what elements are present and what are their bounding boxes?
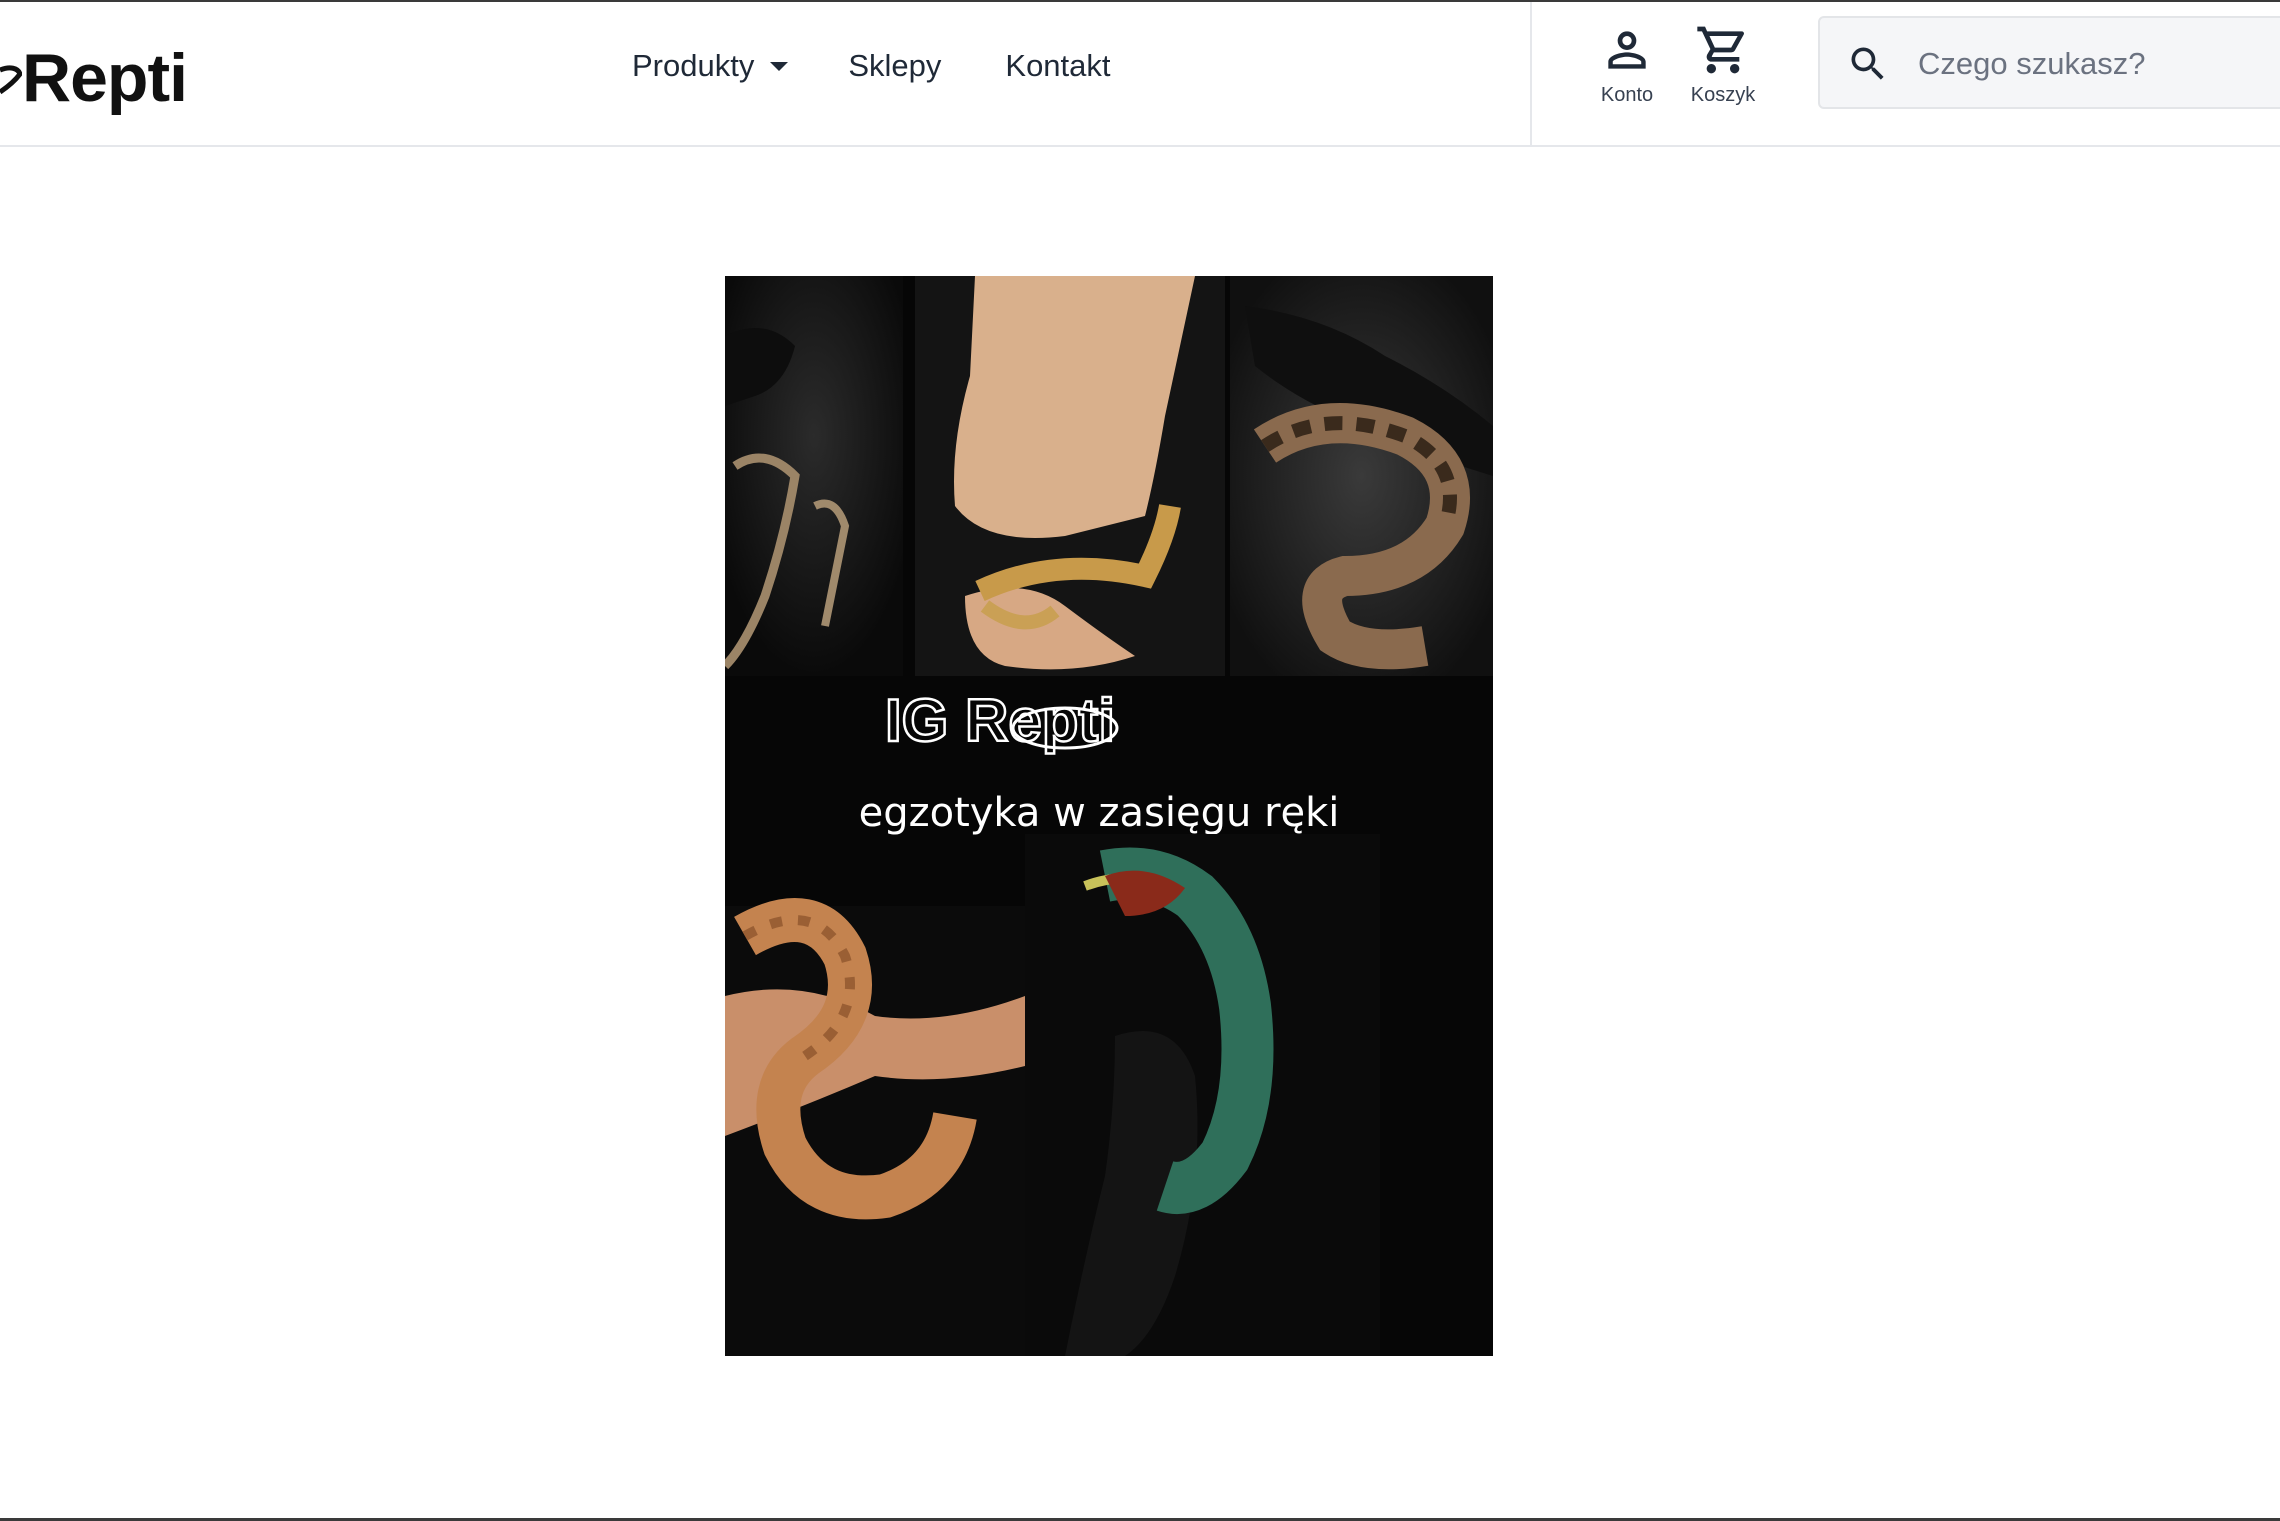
banner-collage: IG Repti egzotyka w zasięgu ręki <box>725 276 1493 1356</box>
site-logo[interactable]: Repti <box>0 38 188 118</box>
search-box <box>1818 16 2280 109</box>
photo-hognose-snake-in-hand <box>725 898 1025 1356</box>
hero-banner: IG Repti egzotyka w zasięgu ręki <box>725 276 1493 1356</box>
cart-icon <box>1697 26 1744 74</box>
nav-sklepy-label: Sklepy <box>848 48 942 83</box>
logo-mark-icon <box>0 65 22 95</box>
photo-ball-python-on-glove <box>1230 276 1493 676</box>
cart-button[interactable]: Koszyk <box>1678 22 1768 118</box>
nav-kontakt[interactable]: Kontakt <box>1005 40 1110 92</box>
account-button[interactable]: Konto <box>1582 22 1672 118</box>
header-divider <box>1530 2 1532 145</box>
search-icon[interactable] <box>1846 42 1890 86</box>
person-icon <box>1608 31 1646 69</box>
banner-logo: IG Repti <box>884 686 1119 755</box>
cart-label: Koszyk <box>1690 84 1756 106</box>
banner-tagline: egzotyka w zasięgu ręki <box>859 790 1340 836</box>
photo-geckos-on-glove <box>725 276 903 676</box>
caret-down-icon <box>770 61 789 71</box>
nav-kontakt-label: Kontakt <box>1005 48 1111 83</box>
search-input[interactable] <box>1916 36 2280 92</box>
account-label: Konto <box>1600 84 1654 106</box>
logo-text: Repti <box>22 40 188 116</box>
nav-produkty[interactable]: Produkty <box>632 40 789 92</box>
banner-logo-text: IG Repti <box>885 687 1115 754</box>
nav-produkty-label: Produkty <box>632 48 755 83</box>
photo-panther-chameleon-on-glove <box>1025 834 1380 1356</box>
nav-sklepy[interactable]: Sklepy <box>848 40 941 92</box>
main-nav: Produkty Sklepy Kontakt <box>632 40 1111 92</box>
photo-crested-gecko-in-hand <box>915 276 1225 676</box>
